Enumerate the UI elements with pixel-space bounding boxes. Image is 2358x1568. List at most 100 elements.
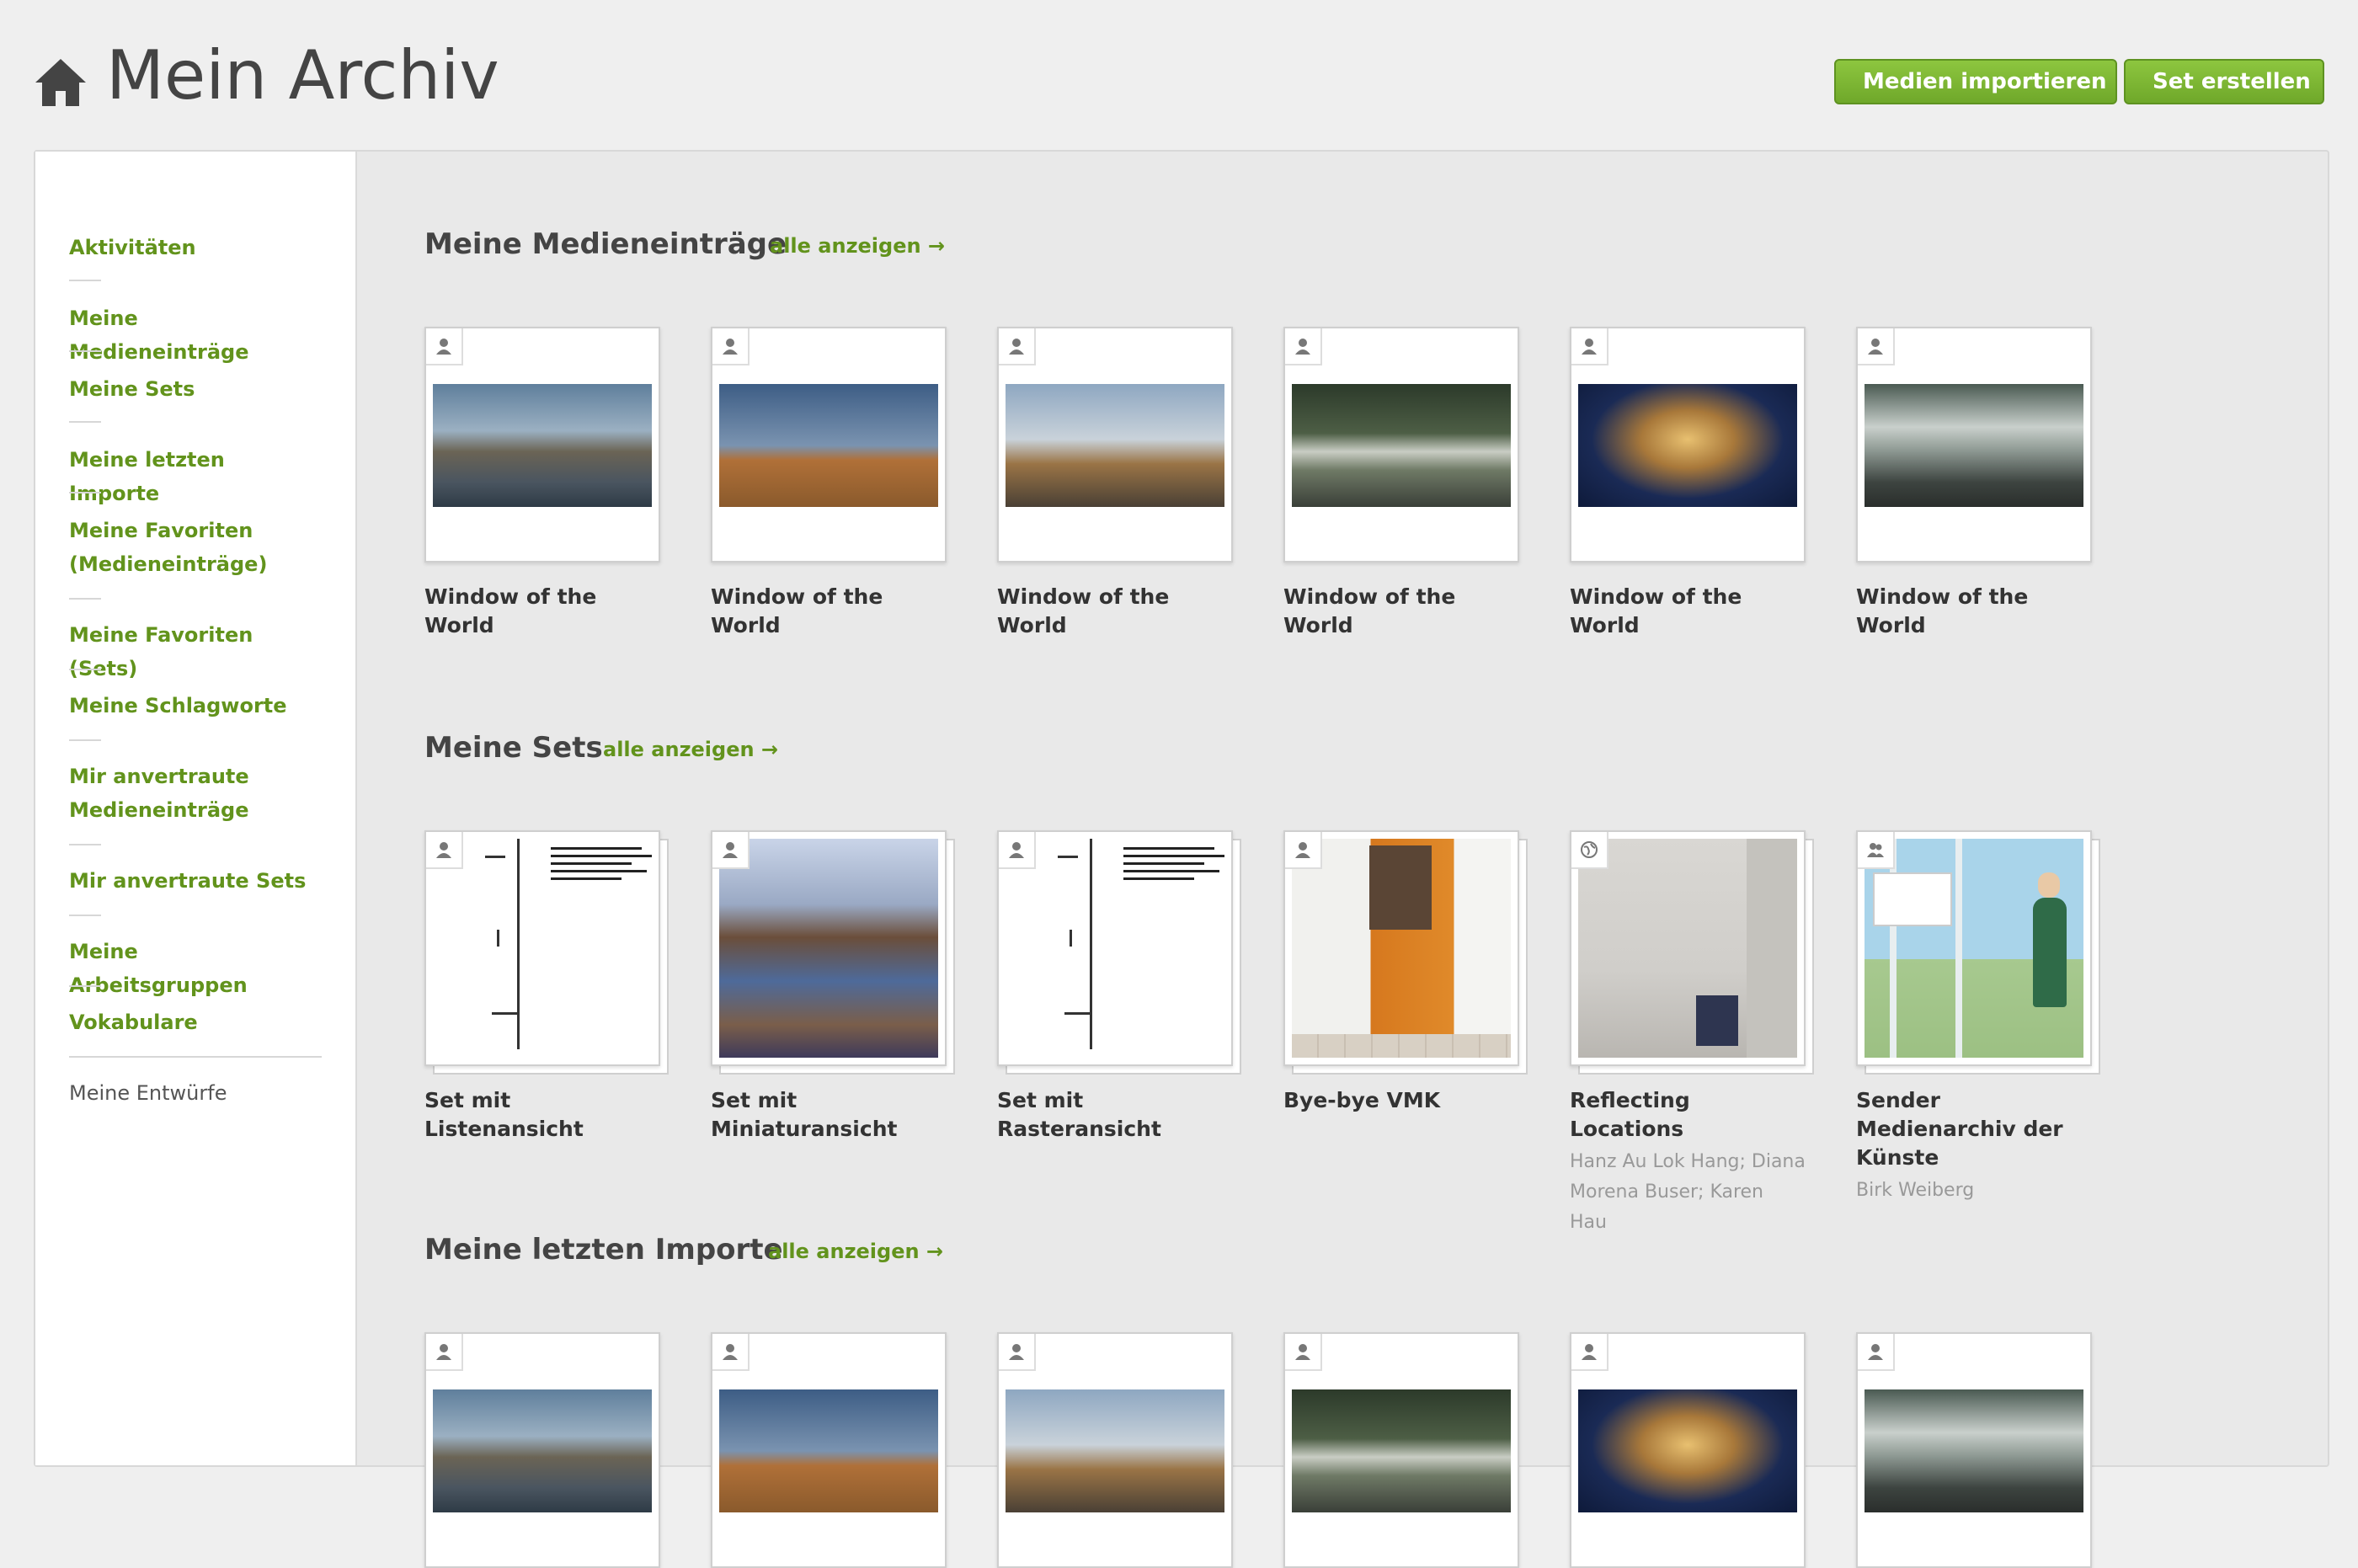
media-title[interactable]: Window of the World — [711, 583, 947, 640]
page-title: Mein Archiv — [106, 36, 499, 115]
section-title-recent-imports: Meine letzten Importe — [424, 1233, 783, 1267]
set-tile[interactable]: Bye-bye VMK — [1283, 830, 1528, 1115]
set-tile[interactable]: Set mit Miniaturansicht — [711, 830, 955, 1144]
sidebar-separator — [69, 915, 101, 916]
user-icon — [712, 328, 750, 365]
globe-icon — [1571, 832, 1608, 869]
set-image — [1292, 839, 1511, 1058]
set-thumbnail[interactable] — [997, 830, 1241, 1075]
media-image — [1578, 384, 1797, 507]
media-tile[interactable]: Window of the World — [997, 327, 1233, 640]
set-image — [1006, 839, 1224, 1058]
media-tile[interactable] — [1570, 1332, 1806, 1568]
sidebar-item-keywords[interactable]: Meine Schlagworte — [69, 689, 322, 723]
media-title[interactable]: Window of the World — [424, 583, 660, 640]
home-icon[interactable] — [34, 57, 88, 108]
media-tile[interactable]: Window of the World — [1570, 327, 1806, 640]
set-owners: Hanz Au Lok Hang; Diana Morena Buser; Ka… — [1570, 1151, 1806, 1233]
sidebar-separator — [69, 1056, 322, 1058]
set-thumbnail[interactable] — [1856, 830, 2100, 1075]
media-thumbnail[interactable] — [1856, 327, 2092, 563]
media-thumbnail[interactable] — [997, 1332, 1233, 1568]
sidebar-item-favorite-media[interactable]: Meine Favoriten (Medieneinträge) — [69, 514, 322, 581]
media-thumbnail[interactable] — [1570, 1332, 1806, 1568]
user-icon — [426, 832, 463, 869]
user-icon — [1858, 328, 1895, 365]
sidebar-item-recent-imports[interactable]: Meine letzten Importe — [69, 443, 322, 510]
media-thumbnail[interactable] — [1570, 327, 1806, 563]
sidebar-separator — [69, 739, 101, 741]
user-icon — [712, 1334, 750, 1371]
media-title[interactable]: Window of the World — [997, 583, 1233, 640]
set-image — [719, 839, 938, 1058]
sidebar-item-my-media[interactable]: Meine Medieneinträge — [69, 301, 322, 369]
sidebar-separator — [69, 350, 101, 352]
set-tile[interactable]: Set mit Listenansicht — [424, 830, 669, 1144]
media-title[interactable]: Window of the World — [1856, 583, 2092, 640]
set-title[interactable]: Sender Medienarchiv der Künste — [1856, 1086, 2092, 1172]
sidebar-item-vocabularies[interactable]: Vokabulare — [69, 1005, 322, 1039]
show-all-my-media-link[interactable]: alle anzeigen → — [770, 234, 945, 258]
user-icon — [1571, 328, 1608, 365]
media-tile[interactable] — [711, 1332, 947, 1568]
media-tile[interactable] — [997, 1332, 1233, 1568]
media-tile[interactable]: Window of the World — [1856, 327, 2092, 640]
set-thumbnail[interactable] — [711, 830, 955, 1075]
media-image — [433, 1389, 652, 1512]
sidebar-separator — [69, 421, 101, 423]
sidebar-separator — [69, 280, 101, 281]
media-title[interactable]: Window of the World — [1283, 583, 1519, 640]
media-thumbnail[interactable] — [1283, 327, 1519, 563]
group-icon — [1858, 832, 1895, 869]
set-title[interactable]: Set mit Rasteransicht — [997, 1086, 1233, 1144]
set-title[interactable]: Set mit Miniaturansicht — [711, 1086, 947, 1144]
set-thumbnail[interactable] — [424, 830, 669, 1075]
set-tile[interactable]: Reflecting Locations Hanz Au Lok Hang; D… — [1570, 830, 1814, 1238]
set-image — [433, 839, 652, 1058]
media-thumbnail[interactable] — [1856, 1332, 2092, 1568]
import-media-button[interactable]: Medien importieren — [1834, 59, 2117, 104]
set-title[interactable]: Reflecting Locations — [1570, 1086, 1806, 1144]
set-owners: Birk Weiberg — [1856, 1180, 1975, 1201]
sidebar-item-favorite-sets[interactable]: Meine Favoriten (Sets) — [69, 618, 322, 685]
media-tile[interactable]: Window of the World — [711, 327, 947, 640]
media-title[interactable]: Window of the World — [1570, 583, 1806, 640]
media-tile[interactable] — [1283, 1332, 1519, 1568]
user-icon — [999, 832, 1036, 869]
media-thumbnail[interactable] — [424, 1332, 660, 1568]
sidebar-separator — [69, 844, 101, 845]
sidebar-separator — [69, 598, 101, 600]
user-icon — [1858, 1334, 1895, 1371]
media-thumbnail[interactable] — [711, 327, 947, 563]
sidebar-separator — [69, 669, 101, 670]
set-thumbnail[interactable] — [1570, 830, 1814, 1075]
media-thumbnail[interactable] — [711, 1332, 947, 1568]
set-title[interactable]: Bye-bye VMK — [1283, 1086, 1519, 1115]
set-thumbnail[interactable] — [1283, 830, 1528, 1075]
user-icon — [1285, 1334, 1322, 1371]
show-all-recent-imports-link[interactable]: alle anzeigen → — [768, 1240, 943, 1263]
media-image — [433, 384, 652, 507]
media-tile[interactable]: Window of the World — [1283, 327, 1519, 640]
set-image — [1578, 839, 1797, 1058]
sidebar-item-my-sets[interactable]: Meine Sets — [69, 372, 322, 406]
set-title[interactable]: Set mit Listenansicht — [424, 1086, 660, 1144]
media-tile[interactable] — [424, 1332, 660, 1568]
sidebar-separator — [69, 985, 101, 987]
sidebar-item-entrusted-media[interactable]: Mir anvertraute Medieneinträge — [69, 760, 322, 827]
media-tile[interactable]: Window of the World — [424, 327, 660, 640]
create-set-button[interactable]: Set erstellen — [2124, 59, 2324, 104]
media-tile[interactable] — [1856, 1332, 2092, 1568]
set-tile[interactable]: Sender Medienarchiv der Künste Birk Weib… — [1856, 830, 2100, 1206]
sidebar: Aktivitäten Meine Medieneinträge Meine S… — [35, 152, 357, 1465]
show-all-my-sets-link[interactable]: alle anzeigen → — [603, 738, 778, 761]
set-image — [1865, 839, 2083, 1058]
set-tile[interactable]: Set mit Rasteransicht — [997, 830, 1241, 1144]
sidebar-item-drafts[interactable]: Meine Entwürfe — [69, 1076, 322, 1110]
sidebar-item-workgroups[interactable]: Meine Arbeitsgruppen — [69, 935, 322, 1002]
media-thumbnail[interactable] — [1283, 1332, 1519, 1568]
media-thumbnail[interactable] — [424, 327, 660, 563]
sidebar-item-activities[interactable]: Aktivitäten — [69, 231, 322, 264]
media-thumbnail[interactable] — [997, 327, 1233, 563]
sidebar-item-entrusted-sets[interactable]: Mir anvertraute Sets — [69, 864, 322, 898]
